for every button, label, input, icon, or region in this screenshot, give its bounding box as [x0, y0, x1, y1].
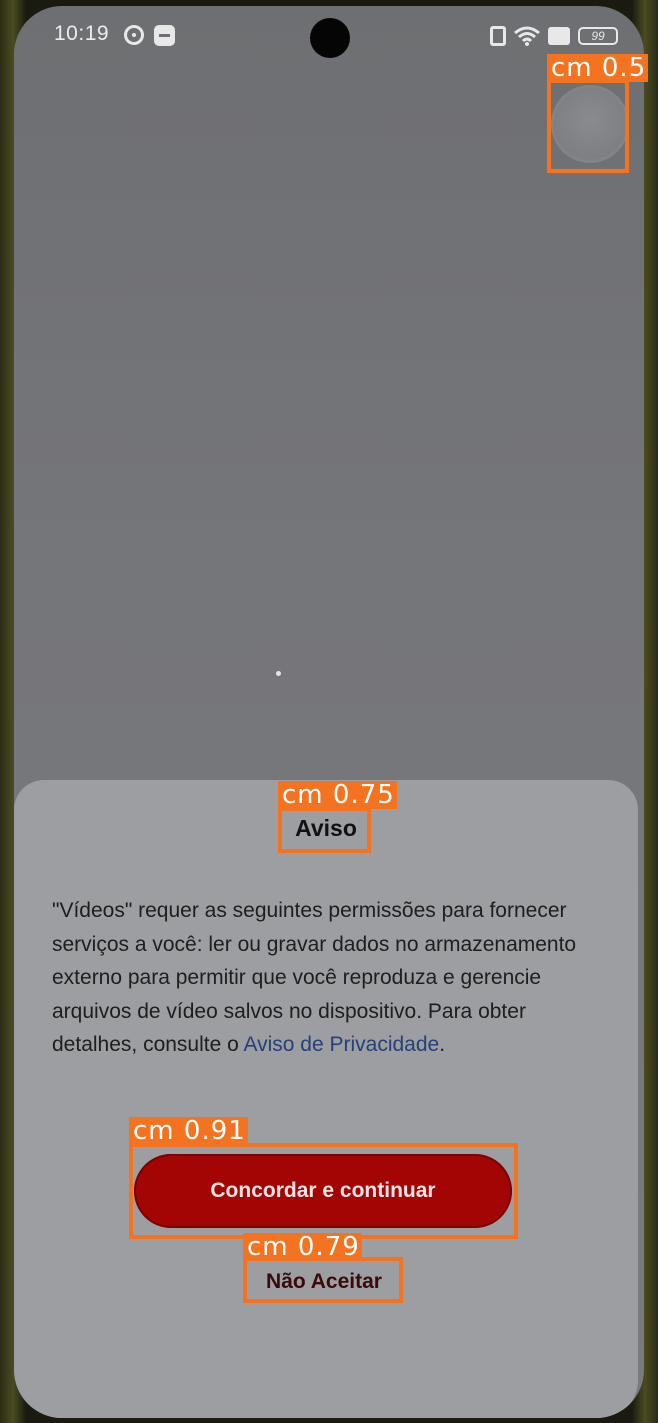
- dialog-body-end: .: [439, 1033, 446, 1056]
- front-camera: [310, 18, 350, 58]
- detection-box-decline: [243, 1257, 403, 1303]
- dialog-body: "Vídeos" requer as seguintes permissões …: [52, 894, 612, 1062]
- status-right-icons: 99: [490, 26, 618, 46]
- background-dot: [276, 671, 281, 676]
- wifi-icon: [514, 26, 540, 46]
- permission-dialog: Aviso "Vídeos" requer as seguintes permi…: [14, 780, 638, 1418]
- privacy-notice-link[interactable]: Aviso de Privacidade: [243, 1033, 439, 1056]
- status-time: 10:19: [54, 22, 110, 45]
- sim-icon: [548, 27, 570, 45]
- detection-box-title: [278, 807, 371, 853]
- battery-icon: 99: [578, 27, 618, 45]
- detection-label-title: cm 0.75: [278, 781, 397, 809]
- detection-label-decline: cm 0.79: [243, 1233, 362, 1261]
- nfc-icon: [490, 26, 506, 46]
- app-notification-icon: [154, 25, 175, 46]
- phone-frame: 10:19 99 Aviso "Vídeos" requer as seguin…: [0, 0, 658, 1423]
- detection-box-agree: [129, 1143, 518, 1239]
- detection-box-bubble: [547, 79, 629, 173]
- detection-label-agree: cm 0.91: [129, 1117, 248, 1145]
- detection-label-bubble: cm 0.5: [547, 54, 649, 82]
- settings-notification-icon: [124, 25, 144, 45]
